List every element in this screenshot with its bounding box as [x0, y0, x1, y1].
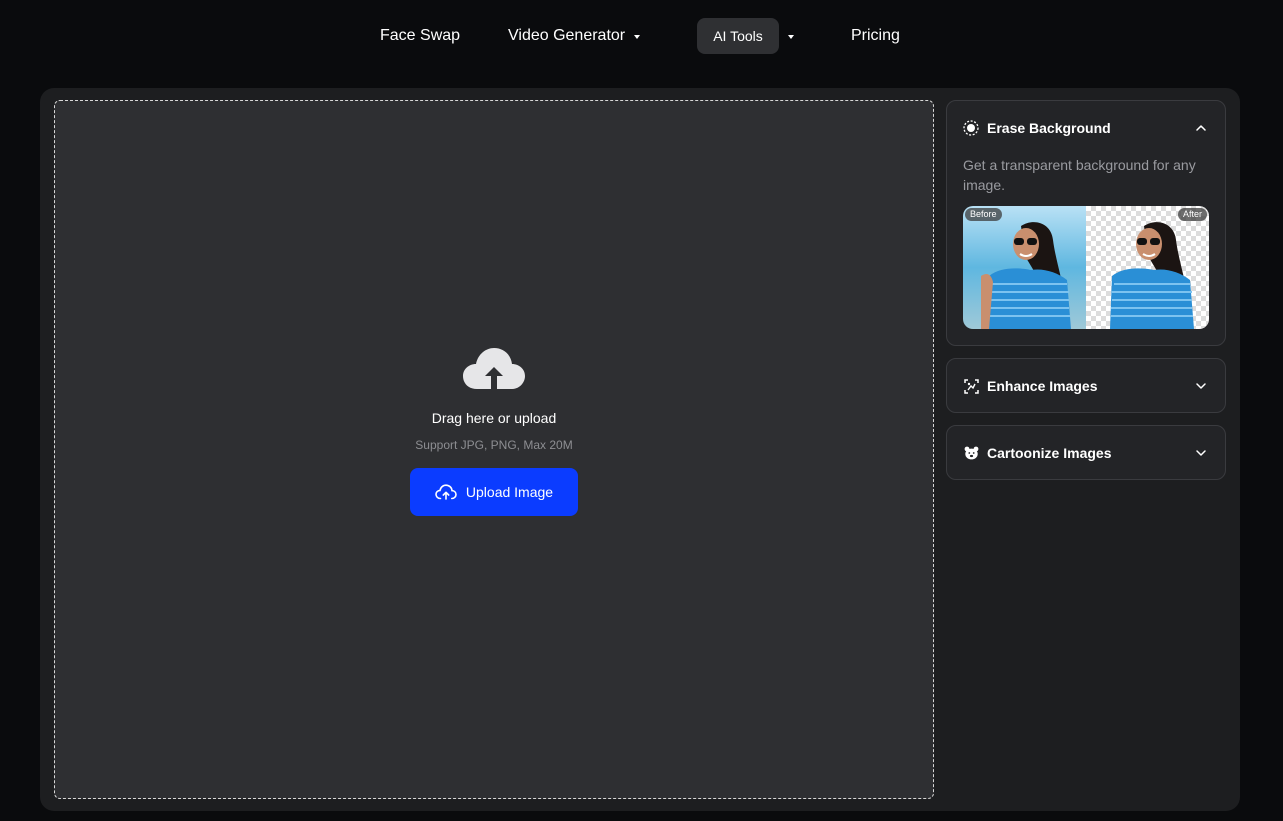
ai-tools-caret-down-icon[interactable] — [788, 35, 794, 39]
cartoon-bear-icon — [963, 445, 979, 461]
before-label: Before — [965, 208, 1002, 221]
cloud-upload-icon — [463, 348, 525, 389]
tool-header-enhance-images[interactable]: Enhance Images — [947, 359, 1225, 413]
caret-down-icon — [634, 35, 641, 39]
before-preview: Before — [963, 206, 1086, 329]
tool-title-enhance-images: Enhance Images — [987, 378, 1098, 394]
after-label: After — [1177, 208, 1207, 221]
chevron-down-icon — [1196, 450, 1206, 456]
nav-face-swap[interactable]: Face Swap — [380, 18, 460, 54]
tool-title-erase-background: Erase Background — [987, 120, 1111, 136]
tool-card-enhance-images[interactable]: Enhance Images — [946, 358, 1226, 413]
nav-face-swap-label: Face Swap — [380, 27, 461, 44]
person-cutout — [1110, 222, 1194, 329]
nav-ai-tools-label: AI Tools — [713, 28, 763, 44]
tool-header-cartoonize-images[interactable]: Cartoonize Images — [947, 426, 1225, 480]
tool-card-cartoonize-images[interactable]: Cartoonize Images — [946, 425, 1226, 480]
tool-header-erase-background[interactable]: Erase Background — [947, 101, 1225, 155]
after-preview: After — [1086, 206, 1209, 329]
chevron-up-icon — [1196, 125, 1206, 131]
nav-video-generator-label: Video Generator — [508, 27, 626, 44]
cloud-upload-small-icon — [435, 484, 457, 500]
person-photo — [981, 222, 1071, 329]
nav-pricing[interactable]: Pricing — [851, 18, 900, 54]
erase-background-icon — [963, 120, 979, 136]
tool-title-cartoonize-images: Cartoonize Images — [987, 445, 1112, 461]
before-after-preview-image: Before After — [963, 206, 1209, 329]
enhance-icon — [963, 378, 979, 394]
upload-support-text: Support JPG, PNG, Max 20M — [415, 438, 573, 452]
upload-image-button[interactable]: Upload Image — [410, 468, 578, 516]
tool-card-erase-background: Erase Background Get a transparent backg… — [946, 100, 1226, 346]
chevron-down-icon — [1196, 383, 1206, 389]
nav-video-generator[interactable]: Video Generator — [508, 18, 641, 54]
nav-ai-tools[interactable]: AI Tools — [697, 18, 779, 54]
upload-dropzone[interactable]: Drag here or upload Support JPG, PNG, Ma… — [54, 100, 934, 799]
drag-upload-text: Drag here or upload — [431, 410, 557, 426]
nav-pricing-label: Pricing — [851, 27, 900, 44]
tool-description-erase-background: Get a transparent background for any ima… — [963, 157, 1196, 193]
upload-image-button-label: Upload Image — [465, 484, 554, 500]
main-workspace: Drag here or upload Support JPG, PNG, Ma… — [40, 88, 1240, 811]
top-navigation: Face Swap Video Generator AI Tools Prici… — [0, 0, 1283, 72]
